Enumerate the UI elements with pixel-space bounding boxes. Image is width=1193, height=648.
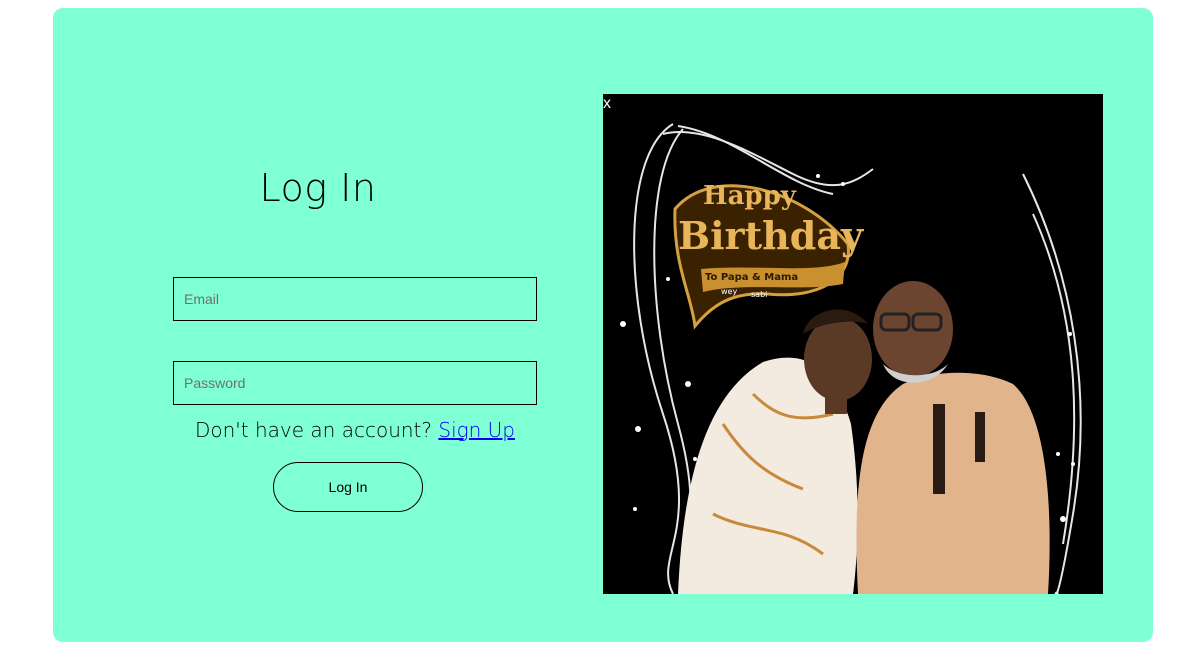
page-title: Log In <box>259 166 377 210</box>
banner-birthday: Birthday <box>678 213 864 258</box>
banner-sabi: sabi <box>751 290 767 299</box>
birthday-photo: Happy Birthday To Papa & Mama wey sabi <box>620 123 1082 594</box>
password-field[interactable] <box>173 361 537 405</box>
woman-figure <box>678 309 872 594</box>
login-card: Log In Don't have an account? Sign Up Lo… <box>53 8 1153 642</box>
birthday-banner: Happy Birthday To Papa & Mama wey sabi <box>673 181 864 330</box>
signup-prompt-text: Don't have an account? <box>194 418 433 442</box>
close-icon[interactable]: x <box>603 96 611 112</box>
signup-prompt-row: Don't have an account? Sign Up <box>173 418 537 442</box>
banner-happy: Happy <box>703 181 797 211</box>
banner-wey: wey <box>721 287 737 296</box>
email-field[interactable] <box>173 277 537 321</box>
banner-dedication: To Papa & Mama <box>705 272 798 283</box>
man-figure <box>856 281 1050 594</box>
birthday-popup: x Happy Birthday To Papa & Mama wey sabi <box>603 94 1103 594</box>
signup-link[interactable]: Sign Up <box>438 418 515 442</box>
login-button[interactable]: Log In <box>273 462 423 512</box>
